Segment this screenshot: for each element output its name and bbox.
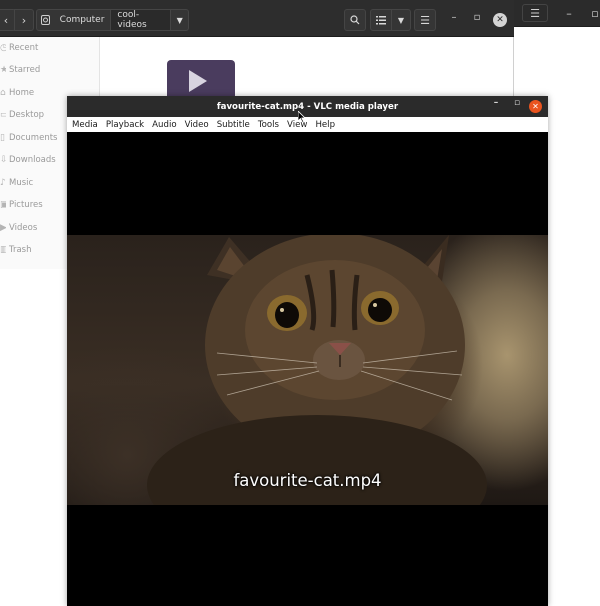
sidebar-item-starred[interactable]: ★ Starred [0, 59, 100, 81]
hamburger-icon: ☰ [420, 13, 430, 27]
minimize-icon[interactable]: – [560, 4, 578, 22]
search-icon [350, 15, 360, 25]
menu-help[interactable]: Help [311, 120, 339, 130]
chevron-left-icon: ‹ [3, 13, 9, 27]
minimize-icon[interactable]: – [447, 12, 461, 23]
menu-subtitle[interactable]: Subtitle [213, 120, 254, 130]
document-icon: ▯ [0, 133, 5, 143]
desktop-icon: ▭ [0, 110, 6, 120]
files-menu-button[interactable]: ☰ [414, 9, 436, 31]
path-crumb-computer[interactable]: Computer [54, 10, 111, 30]
close-icon[interactable]: ✕ [529, 100, 542, 113]
view-options-button[interactable]: ▼ [391, 9, 411, 31]
chevron-right-icon: › [21, 13, 27, 27]
picture-icon: ▣ [0, 200, 6, 210]
video-frame: favourite-cat.mp4 [67, 235, 548, 505]
download-icon: ⇩ [0, 155, 6, 165]
trash-icon: ▥ [0, 245, 6, 255]
home-icon: ⌂ [0, 88, 6, 98]
search-button[interactable] [344, 9, 366, 31]
menu-media[interactable]: Media [67, 120, 102, 130]
maximize-icon[interactable]: ▫ [586, 4, 600, 22]
star-icon: ★ [0, 65, 6, 75]
sidebar-item-label: Music [9, 178, 34, 188]
path-crumb-current[interactable]: cool-videos [110, 10, 172, 30]
forward-button[interactable]: › [14, 9, 34, 31]
sidebar-item-recent[interactable]: ◷ Recent [0, 37, 100, 59]
menu-audio[interactable]: Audio [148, 120, 180, 130]
music-icon: ♪ [0, 178, 6, 188]
video-subtitle: favourite-cat.mp4 [233, 471, 382, 490]
files-header-bar: ‹ › Computer cool-videos ▼ ▼ ☰ – ▫ ✕ [0, 0, 514, 37]
sidebar-item-label: Videos [9, 223, 38, 233]
drive-icon[interactable] [37, 15, 54, 25]
maximize-icon[interactable]: ▫ [510, 98, 524, 108]
sidebar-item-label: Trash [9, 245, 32, 255]
sidebar-item-label: Starred [9, 65, 41, 75]
mouse-cursor-icon [298, 111, 306, 123]
hamburger-icon[interactable]: ☰ [522, 4, 548, 22]
menu-tools[interactable]: Tools [254, 120, 283, 130]
sidebar-item-label: Pictures [9, 200, 43, 210]
video-area[interactable]: favourite-cat.mp4 [67, 132, 548, 606]
sidebar-item-label: Recent [9, 43, 39, 53]
play-icon [189, 70, 207, 92]
sidebar-item-label: Home [9, 88, 35, 98]
vlc-titlebar[interactable]: favourite-cat.mp4 - VLC media player – ▫… [67, 96, 548, 117]
sidebar-item-label: Desktop [9, 110, 45, 120]
menu-playback[interactable]: Playback [102, 120, 148, 130]
sidebar-item-label: Documents [9, 133, 58, 143]
maximize-icon[interactable]: ▫ [470, 12, 484, 23]
path-bar: Computer cool-videos ▼ [36, 9, 189, 31]
background-window-titlebar: ☰ – ▫ [514, 0, 600, 27]
menu-video[interactable]: Video [181, 120, 213, 130]
close-icon[interactable]: ✕ [493, 13, 507, 27]
chevron-down-icon[interactable]: ▼ [171, 16, 188, 25]
minimize-icon[interactable]: – [489, 98, 503, 108]
list-view-button[interactable] [370, 9, 392, 31]
chevron-down-icon: ▼ [397, 15, 405, 25]
window-title: favourite-cat.mp4 - VLC media player [216, 101, 399, 112]
video-icon: ▶ [0, 223, 6, 233]
clock-icon: ◷ [0, 43, 6, 53]
vlc-menubar: Media Playback Audio Video Subtitle Tool… [67, 117, 548, 132]
list-icon [376, 15, 386, 24]
cat-video-image [147, 235, 487, 505]
vlc-window: favourite-cat.mp4 - VLC media player – ▫… [67, 96, 548, 606]
video-file-icon[interactable] [167, 60, 235, 100]
sidebar-item-label: Downloads [9, 155, 56, 165]
